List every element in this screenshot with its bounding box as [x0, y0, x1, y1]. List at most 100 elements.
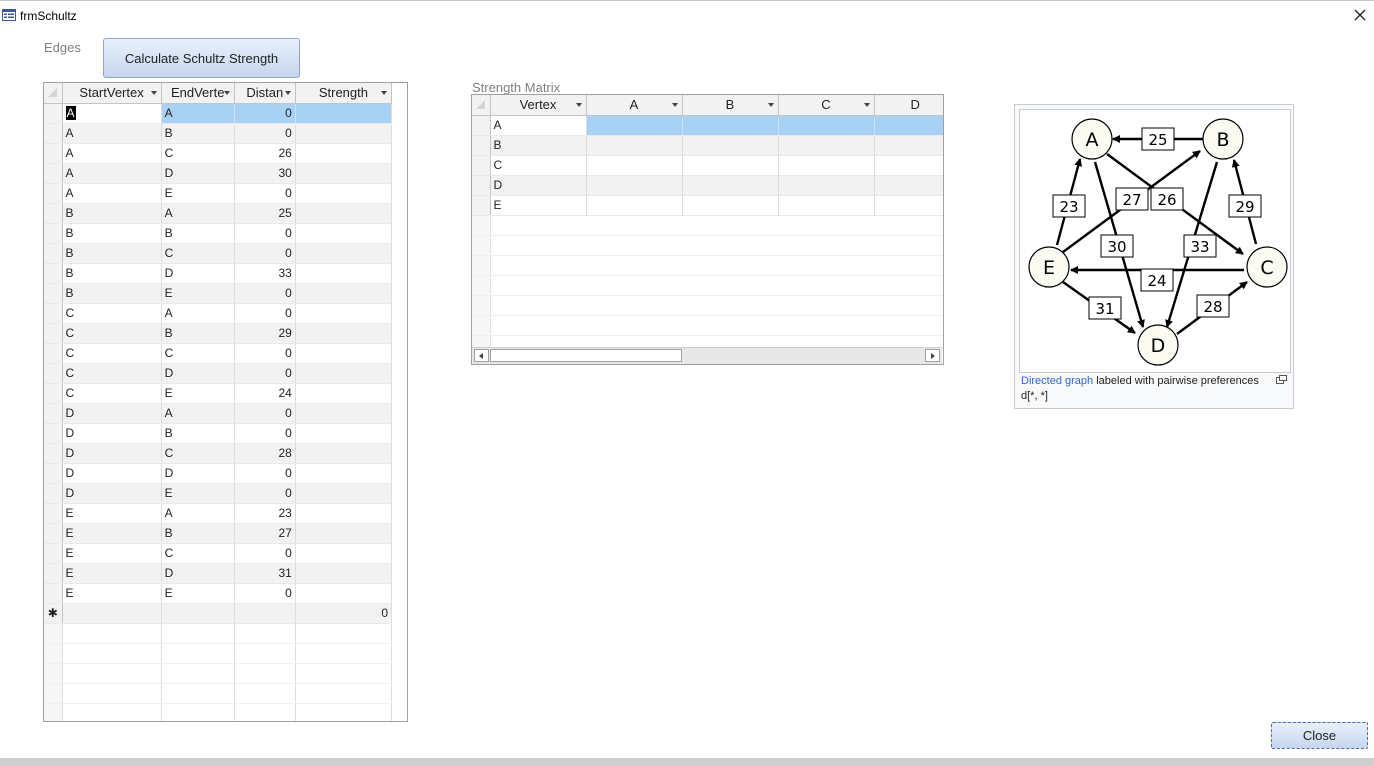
strength-cell[interactable]	[295, 183, 393, 204]
strength-cell[interactable]	[295, 483, 393, 504]
dropdown-arrow-icon[interactable]	[223, 91, 230, 95]
close-window-icon[interactable]	[1352, 7, 1368, 23]
column-header-startvertex[interactable]: StartVertex	[62, 83, 162, 104]
directed-graph-link[interactable]: Directed graph	[1021, 375, 1093, 387]
end-vertex-cell[interactable]: E	[161, 383, 235, 404]
end-vertex-cell[interactable]: D	[161, 563, 235, 584]
start-vertex-cell[interactable]: D	[62, 463, 162, 484]
distance-cell[interactable]: 0	[234, 423, 296, 444]
column-header-distance[interactable]: Distan	[234, 83, 296, 104]
strength-cell[interactable]	[295, 543, 393, 564]
row-selector[interactable]	[44, 343, 63, 364]
row-selector[interactable]	[44, 143, 63, 164]
matrix-value-cell[interactable]	[778, 175, 875, 196]
strength-cell[interactable]	[295, 563, 393, 584]
row-selector[interactable]	[44, 523, 63, 544]
distance-cell[interactable]: 0	[234, 343, 296, 364]
row-selector[interactable]	[44, 563, 63, 584]
start-vertex-cell[interactable]: C	[62, 363, 162, 384]
start-vertex-cell[interactable]: D	[62, 443, 162, 464]
strength-cell[interactable]	[295, 503, 393, 524]
dropdown-arrow-icon[interactable]	[767, 103, 774, 107]
start-vertex-cell[interactable]: E	[62, 523, 162, 544]
table-row[interactable]: DE0	[44, 483, 393, 504]
strength-cell[interactable]	[295, 243, 393, 264]
strength-cell[interactable]	[295, 403, 393, 424]
start-vertex-cell[interactable]: A	[62, 123, 162, 144]
table-row[interactable]: DA0	[44, 403, 393, 424]
new-record-cell[interactable]: 0	[295, 603, 393, 624]
strength-cell[interactable]	[295, 383, 393, 404]
end-vertex-cell[interactable]: D	[161, 463, 235, 484]
matrix-value-cell[interactable]	[874, 195, 943, 216]
end-vertex-cell[interactable]: B	[161, 423, 235, 444]
end-vertex-cell[interactable]: B	[161, 323, 235, 344]
distance-cell[interactable]: 0	[234, 223, 296, 244]
table-row[interactable]: B A 25	[44, 203, 393, 224]
distance-cell[interactable]: 0	[234, 283, 296, 304]
matrix-value-cell[interactable]	[778, 115, 875, 136]
start-vertex-cell[interactable]: E	[62, 503, 162, 524]
strength-cell[interactable]	[295, 223, 393, 244]
row-selector[interactable]	[472, 135, 491, 156]
strength-cell[interactable]	[295, 363, 393, 384]
matrix-value-cell[interactable]	[682, 195, 779, 216]
row-selector[interactable]	[44, 243, 63, 264]
table-row[interactable]: BB0	[44, 223, 393, 244]
strength-cell[interactable]	[295, 583, 393, 604]
matrix-value-cell[interactable]	[682, 115, 779, 136]
table-row[interactable]: A C 26	[44, 143, 393, 164]
table-row[interactable]: EC0	[44, 543, 393, 564]
dropdown-arrow-icon[interactable]	[381, 91, 387, 95]
new-record-icon[interactable]: ✱	[44, 603, 63, 624]
start-vertex-cell[interactable]: E	[62, 563, 162, 584]
dropdown-arrow-icon[interactable]	[284, 91, 291, 95]
end-vertex-cell[interactable]: E	[161, 483, 235, 504]
table-row[interactable]: CA0	[44, 303, 393, 324]
table-row[interactable]: CC0	[44, 343, 393, 364]
column-header-d[interactable]: D	[874, 95, 943, 116]
select-all-corner[interactable]	[472, 95, 491, 116]
column-header-c[interactable]: C	[778, 95, 875, 116]
matrix-value-cell[interactable]	[874, 175, 943, 196]
table-row[interactable]: B D 33	[44, 263, 393, 284]
matrix-value-cell[interactable]	[586, 135, 683, 156]
row-selector[interactable]	[472, 155, 491, 176]
end-vertex-cell[interactable]: A	[161, 303, 235, 324]
matrix-row[interactable]: E	[472, 195, 943, 216]
start-vertex-cell[interactable]: D	[62, 403, 162, 424]
table-row[interactable]: C B 29	[44, 323, 393, 344]
close-button[interactable]: Close	[1271, 722, 1368, 749]
distance-cell[interactable]: 29	[234, 323, 296, 344]
end-vertex-cell[interactable]: A	[161, 403, 235, 424]
row-selector[interactable]	[44, 443, 63, 464]
end-vertex-cell[interactable]: B	[161, 223, 235, 244]
end-vertex-cell[interactable]: D	[161, 163, 235, 184]
start-vertex-cell[interactable]: B	[62, 203, 162, 224]
table-row[interactable]: EE0	[44, 583, 393, 604]
end-vertex-cell[interactable]: C	[161, 343, 235, 364]
matrix-row[interactable]: A	[472, 115, 943, 136]
distance-cell[interactable]: 0	[234, 583, 296, 604]
scroll-right-icon[interactable]	[925, 349, 940, 362]
dropdown-arrow-icon[interactable]	[671, 103, 678, 107]
start-vertex-cell[interactable]: A	[62, 103, 162, 124]
distance-cell[interactable]: 0	[234, 363, 296, 384]
matrix-row[interactable]: B	[472, 135, 943, 156]
end-vertex-cell[interactable]: E	[161, 183, 235, 204]
start-vertex-cell[interactable]: B	[62, 263, 162, 284]
start-vertex-cell[interactable]: B	[62, 223, 162, 244]
vertex-cell[interactable]: B	[490, 135, 587, 156]
strength-cell[interactable]	[295, 263, 393, 284]
start-vertex-cell[interactable]: C	[62, 343, 162, 364]
table-row[interactable]: DD0	[44, 463, 393, 484]
distance-cell[interactable]: 0	[234, 543, 296, 564]
row-selector[interactable]	[44, 363, 63, 384]
strength-cell[interactable]	[295, 443, 393, 464]
row-selector[interactable]	[44, 123, 63, 144]
distance-cell[interactable]: 31	[234, 563, 296, 584]
strength-cell[interactable]	[295, 103, 393, 124]
end-vertex-cell[interactable]: C	[161, 243, 235, 264]
end-vertex-cell[interactable]: D	[161, 263, 235, 284]
strength-cell[interactable]	[295, 283, 393, 304]
